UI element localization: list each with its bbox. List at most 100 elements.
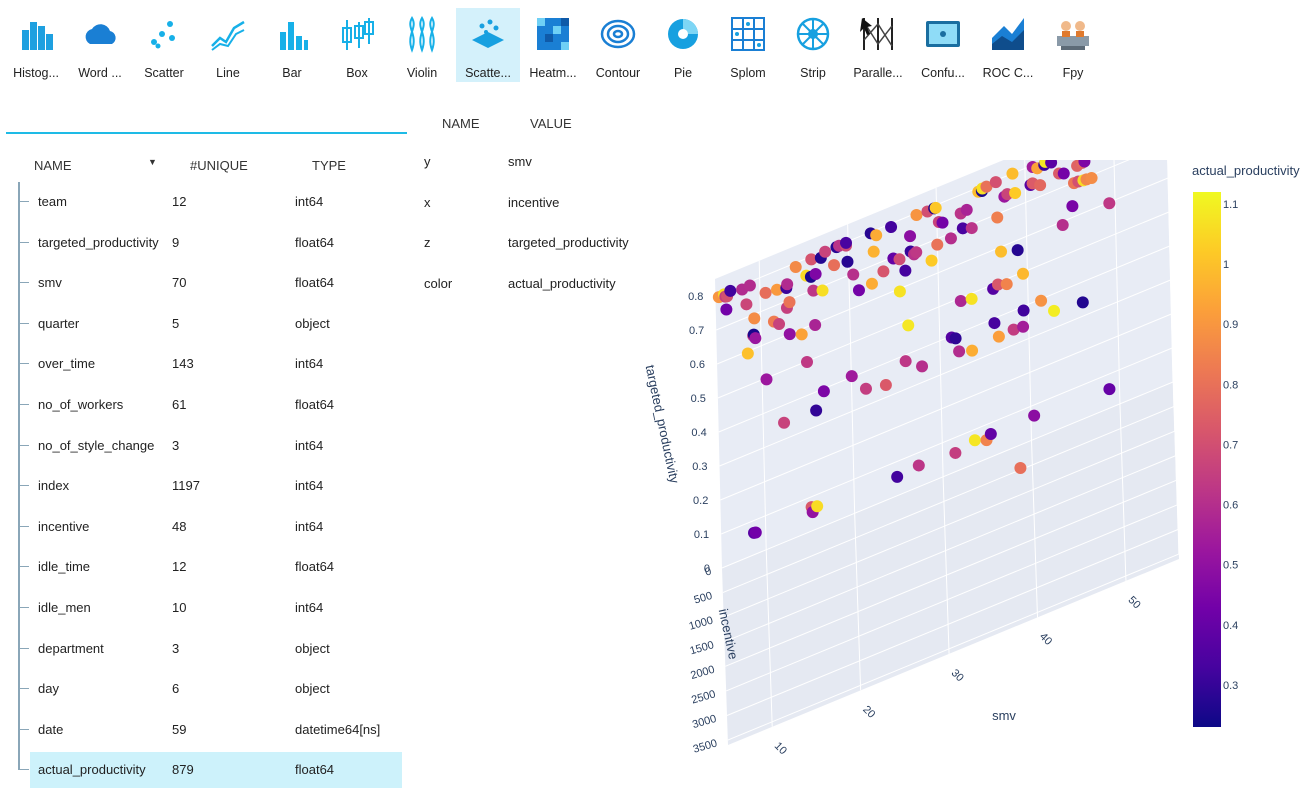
data-point[interactable] (965, 222, 978, 235)
data-point[interactable] (1017, 304, 1030, 317)
data-point[interactable] (1011, 244, 1024, 257)
column-row[interactable]: targeted_productivity 9 float64 (0, 225, 410, 261)
data-point[interactable] (783, 296, 796, 309)
tool-word-cloud[interactable]: Word ... (68, 8, 132, 82)
data-point[interactable] (870, 229, 883, 242)
data-point[interactable] (953, 345, 966, 358)
data-point[interactable] (891, 470, 904, 483)
data-point[interactable] (841, 255, 854, 268)
tool-fpy[interactable]: Fpy (1041, 8, 1105, 82)
data-point[interactable] (1034, 179, 1047, 192)
data-point[interactable] (1035, 294, 1048, 307)
data-point[interactable] (859, 382, 872, 395)
column-row[interactable]: day 6 object (0, 671, 410, 707)
data-point[interactable] (992, 330, 1005, 343)
data-point[interactable] (966, 344, 979, 357)
data-point[interactable] (931, 238, 944, 251)
column-name-header[interactable]: NAME (34, 158, 72, 173)
data-point[interactable] (916, 360, 929, 373)
tool-box[interactable]: Box (325, 8, 389, 82)
tool-heatmap[interactable]: Heatm... (521, 8, 585, 82)
tool-bar[interactable]: Bar (260, 8, 324, 82)
tool-confusion[interactable]: Confu... (911, 8, 975, 82)
data-point[interactable] (904, 230, 917, 243)
data-point[interactable] (893, 253, 906, 266)
scatter-3d-plot[interactable]: 0 0.1 0.2 0.3 0.4 0.5 0.6 0.7 0.8 0 500 1000 1500 200… (620, 160, 1316, 788)
column-row[interactable]: date 59 datetime64[ns] (0, 712, 410, 748)
data-point[interactable] (925, 254, 938, 267)
column-row[interactable]: idle_men 10 int64 (0, 590, 410, 626)
data-point[interactable] (749, 332, 762, 345)
data-point[interactable] (991, 211, 1004, 224)
data-point[interactable] (1066, 200, 1079, 213)
data-point[interactable] (944, 232, 957, 245)
column-row[interactable]: no_of_workers 61 float64 (0, 387, 410, 423)
tool-line[interactable]: Line (196, 8, 260, 82)
column-row[interactable]: over_time 143 int64 (0, 346, 410, 382)
data-point[interactable] (1014, 462, 1027, 475)
data-point[interactable] (795, 328, 808, 341)
data-point[interactable] (781, 278, 794, 291)
data-point[interactable] (809, 267, 822, 280)
data-point[interactable] (1057, 167, 1070, 180)
column-type-header[interactable]: TYPE (312, 158, 346, 173)
data-point[interactable] (936, 216, 949, 229)
data-point[interactable] (809, 318, 822, 331)
data-point[interactable] (789, 261, 802, 274)
data-point[interactable] (847, 268, 860, 281)
tool-scatter[interactable]: Scatter (132, 8, 196, 82)
data-point[interactable] (968, 434, 981, 447)
column-unique-header[interactable]: #UNIQUE (190, 158, 248, 173)
tool-violin[interactable]: Violin (390, 8, 454, 82)
data-point[interactable] (749, 526, 762, 539)
data-point[interactable] (929, 201, 942, 214)
data-point[interactable] (879, 379, 892, 392)
tool-pie[interactable]: Pie (651, 8, 715, 82)
tool-splom[interactable]: Splom (716, 8, 780, 82)
data-point[interactable] (1000, 278, 1013, 291)
data-point[interactable] (819, 245, 832, 258)
data-point[interactable] (743, 279, 756, 292)
column-row[interactable]: team 12 int64 (0, 184, 410, 220)
sort-desc-icon[interactable]: ▼ (148, 157, 157, 167)
tool-parallel[interactable]: Paralle... (846, 8, 910, 82)
data-point[interactable] (877, 265, 890, 278)
data-point[interactable] (748, 312, 761, 325)
data-point[interactable] (1056, 219, 1069, 232)
data-point[interactable] (912, 459, 925, 472)
data-point[interactable] (910, 209, 923, 222)
data-point[interactable] (865, 277, 878, 290)
data-point[interactable] (995, 245, 1008, 258)
tool-roc[interactable]: ROC C... (976, 8, 1040, 82)
data-point[interactable] (783, 328, 796, 341)
data-point[interactable] (724, 284, 737, 297)
tool-scatter-3d[interactable]: Scatte... (456, 8, 520, 82)
column-row[interactable]: actual_productivity 879 float64 (0, 752, 410, 788)
data-point[interactable] (1085, 171, 1098, 184)
column-row[interactable]: department 3 object (0, 631, 410, 667)
data-point[interactable] (899, 355, 912, 368)
data-point[interactable] (988, 317, 1001, 330)
data-point[interactable] (867, 245, 880, 258)
data-point[interactable] (852, 284, 865, 297)
data-point[interactable] (989, 176, 1002, 189)
data-point[interactable] (800, 356, 813, 369)
data-point[interactable] (1009, 187, 1022, 200)
data-point[interactable] (899, 264, 912, 277)
data-point[interactable] (902, 319, 915, 332)
data-point[interactable] (810, 404, 823, 417)
data-point[interactable] (954, 294, 967, 307)
column-row[interactable]: smv 70 float64 (0, 265, 410, 301)
data-point[interactable] (760, 373, 773, 386)
data-point[interactable] (1048, 304, 1061, 317)
data-point[interactable] (759, 286, 772, 299)
data-point[interactable] (828, 259, 841, 272)
column-row[interactable]: incentive 48 int64 (0, 509, 410, 545)
data-point[interactable] (984, 427, 997, 440)
data-point[interactable] (960, 203, 973, 216)
column-row[interactable]: idle_time 12 float64 (0, 549, 410, 585)
data-point[interactable] (741, 347, 754, 360)
data-point[interactable] (720, 303, 733, 316)
tool-strip[interactable]: Strip (781, 8, 845, 82)
data-point[interactable] (910, 246, 923, 259)
